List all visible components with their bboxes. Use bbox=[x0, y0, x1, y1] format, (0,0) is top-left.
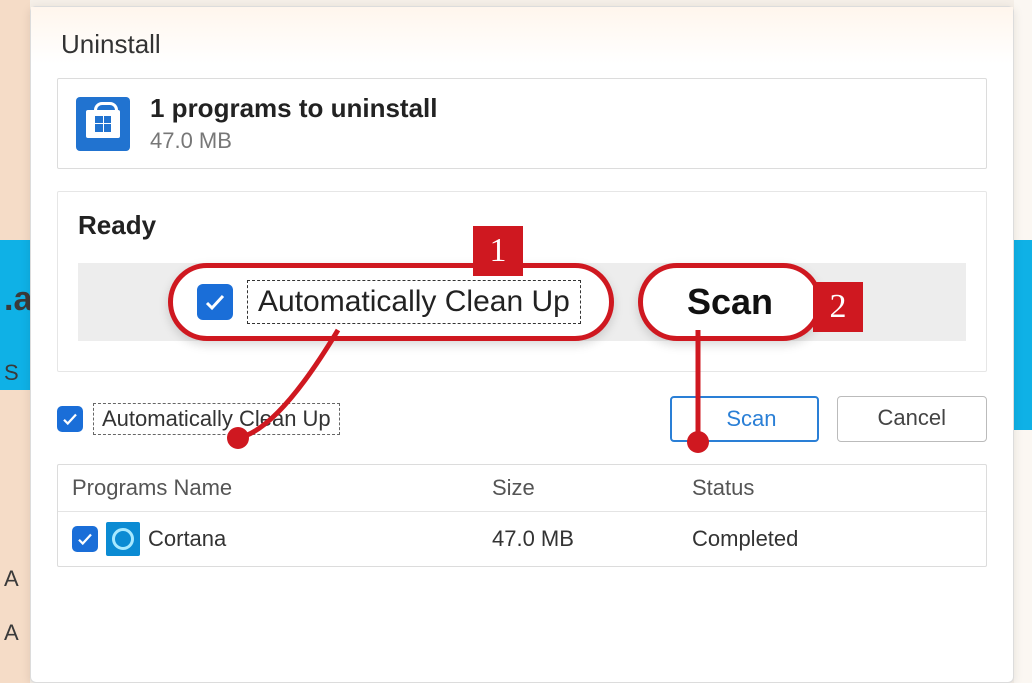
bg-text: A bbox=[4, 620, 19, 646]
table-row: Cortana 47.0 MB Completed bbox=[58, 512, 986, 566]
annotation-marker-2: 2 bbox=[813, 282, 863, 332]
programs-table: Programs Name Size Status Cortana 47.0 M… bbox=[57, 464, 987, 567]
auto-cleanup-checkbox[interactable] bbox=[57, 406, 83, 432]
ready-section: Ready Automatically Clean Up 1 Scan 2 bbox=[57, 191, 987, 372]
summary-box: 1 programs to uninstall 47.0 MB bbox=[57, 78, 987, 169]
cortana-icon bbox=[106, 522, 140, 556]
scan-label-zoom: Scan bbox=[687, 281, 773, 323]
summary-heading: 1 programs to uninstall bbox=[150, 93, 438, 124]
cancel-button-label: Cancel bbox=[878, 405, 946, 430]
table-header-row: Programs Name Size Status bbox=[58, 465, 986, 512]
col-header-size: Size bbox=[492, 475, 692, 501]
bg-text: .a bbox=[4, 280, 32, 319]
col-header-status: Status bbox=[692, 475, 972, 501]
background-right-strip bbox=[1014, 0, 1032, 683]
program-size: 47.0 MB bbox=[492, 526, 692, 552]
uninstall-dialog: Uninstall 1 programs to uninstall 47.0 M… bbox=[30, 6, 1014, 683]
row-checkbox[interactable] bbox=[72, 526, 98, 552]
background-left-strip: .a S A A bbox=[0, 0, 30, 683]
annotation-connector-1 bbox=[178, 330, 378, 455]
summary-size: 47.0 MB bbox=[150, 128, 438, 154]
col-header-name: Programs Name bbox=[72, 475, 492, 501]
annotation-connector-2 bbox=[658, 330, 778, 465]
dialog-title: Uninstall bbox=[31, 7, 1013, 78]
auto-cleanup-checkbox-zoom[interactable] bbox=[197, 284, 233, 320]
bg-text: S bbox=[4, 360, 19, 386]
bg-text: A bbox=[4, 566, 19, 592]
cancel-button[interactable]: Cancel bbox=[837, 396, 987, 442]
program-status: Completed bbox=[692, 526, 972, 552]
annotation-marker-1: 1 bbox=[473, 226, 523, 276]
summary-text: 1 programs to uninstall 47.0 MB bbox=[150, 93, 438, 154]
program-name: Cortana bbox=[148, 526, 226, 552]
windows-store-icon bbox=[76, 97, 130, 151]
auto-cleanup-label-zoom: Automatically Clean Up bbox=[247, 280, 581, 324]
